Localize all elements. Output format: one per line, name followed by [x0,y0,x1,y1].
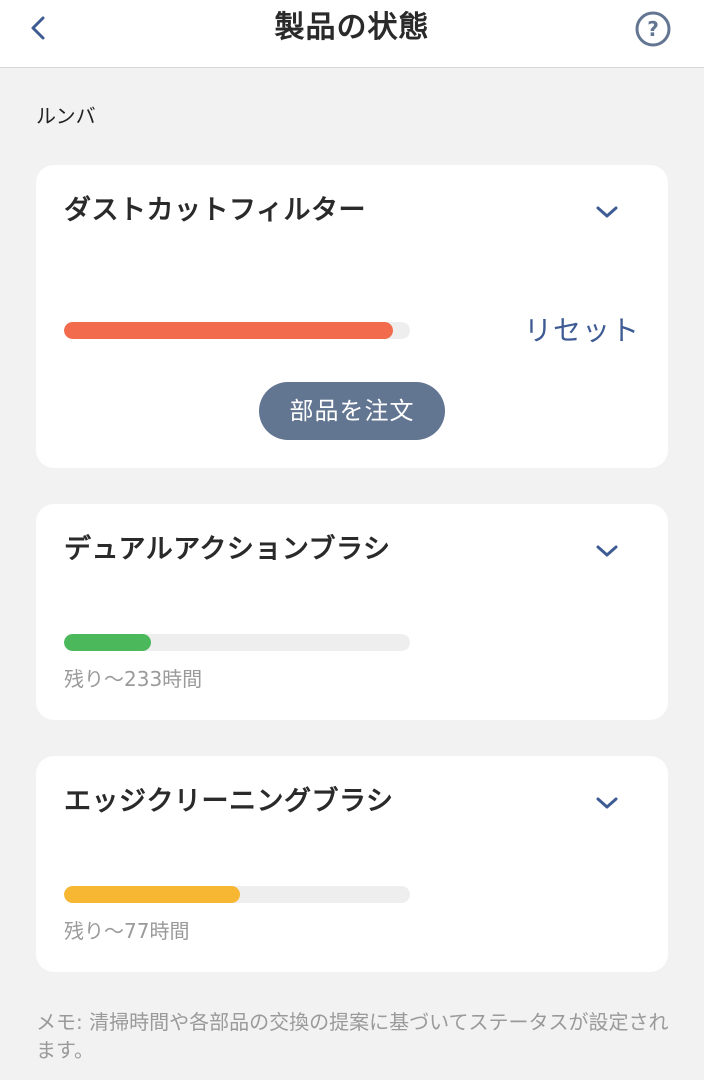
part-title: エッジクリーニングブラシ [64,786,394,817]
memo-text: メモ: 清掃時間や各部品の交換の提案に基づいてステータスが設定されます。 [36,1010,669,1062]
expand-button[interactable] [592,788,622,818]
expand-button[interactable] [592,197,622,227]
chevron-down-icon [596,545,618,557]
remaining-time: 残り〜233時間 [64,667,203,691]
svg-text:?: ? [647,17,659,41]
part-card-dust-filter: ダストカットフィルター リセット 部品を注文 [36,165,668,468]
section-label: ルンバ [36,104,96,128]
help-button[interactable]: ? [634,10,672,48]
life-progress-bar [64,634,410,651]
life-progress-fill [64,886,241,903]
remaining-time: 残り〜77時間 [64,919,190,943]
reset-button[interactable]: リセット [524,311,640,351]
part-card-edge-cleaning-brush: エッジクリーニングブラシ 残り〜77時間 [36,756,668,972]
header: 製品の状態 ? [0,0,704,68]
chevron-down-icon [596,206,618,218]
part-title: デュアルアクションブラシ [64,534,391,565]
expand-button[interactable] [592,536,622,566]
page-title: 製品の状態 [274,10,430,45]
chevron-down-icon [596,797,618,809]
question-circle-icon: ? [635,11,671,47]
part-card-dual-action-brush: デュアルアクションブラシ 残り〜233時間 [36,504,668,720]
life-progress-fill [64,322,393,339]
order-part-button[interactable]: 部品を注文 [259,382,445,440]
life-progress-bar [64,886,410,903]
life-progress-fill [64,634,151,651]
part-title: ダストカットフィルター [64,195,366,226]
life-progress-bar [64,322,410,339]
